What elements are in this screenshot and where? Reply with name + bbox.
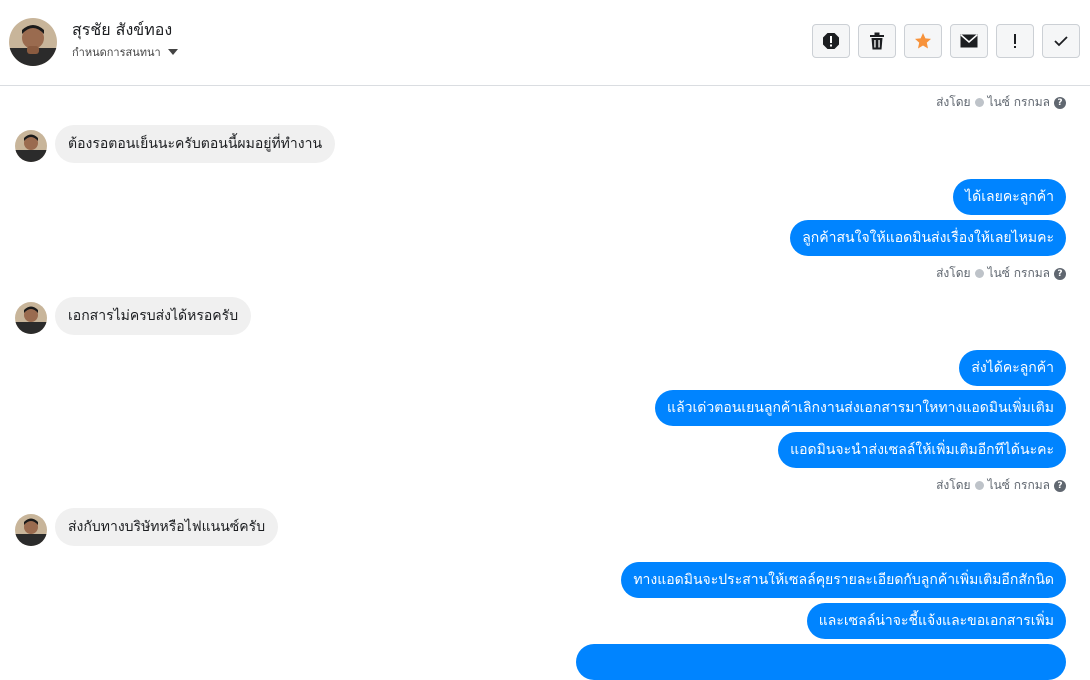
sender-name: ไนซ์ กรกมล [987,95,1050,109]
spam-button[interactable] [812,24,850,58]
check-icon [1054,36,1068,47]
contact-name: สุรชัย สังข์ทอง [72,20,173,39]
conversation-settings-dropdown[interactable]: กำหนดการสนทนา [72,43,178,61]
envelope-icon [960,34,978,48]
star-button[interactable] [904,24,942,58]
outgoing-message[interactable]: แล้วเด่วตอนเยนลูกค้าเลิกงานส่งเอกสารมาให… [655,390,1066,426]
sent-by-label: ส่งโดย [936,95,971,109]
verified-dot-icon [974,269,984,278]
outgoing-message[interactable]: ทางแอดมินจะประสานให้เซลล์คุยรายละเอียดกั… [621,562,1066,598]
mark-unread-button[interactable] [950,24,988,58]
outgoing-message-partial[interactable] [576,644,1066,680]
sender-name: ไนซ์ กรกมล [987,266,1050,280]
help-icon[interactable]: ? [1054,479,1066,492]
sent-by-meta: ส่งโดย ไนซ์ กรกมล ? [936,264,1066,283]
incoming-message[interactable]: ส่งกับทางบริษัทหรือไฟแนนซ์ครับ [55,508,279,546]
caret-down-icon [167,49,178,55]
outgoing-message[interactable]: และเซลล์น่าจะชี้แจ้งและขอเอกสารเพิ่ม [806,603,1066,639]
sent-by-label: ส่งโดย [936,478,971,492]
follow-up-button[interactable] [996,24,1034,58]
outgoing-message[interactable]: ได้เลยคะลูกค้า [953,179,1066,215]
action-toolbar [812,24,1080,58]
outgoing-message[interactable]: ส่งได้คะลูกค้า [959,350,1066,386]
message-thread: ส่งโดย ไนซ์ กรกมล ? ต้องรอตอนเย็นนะครับต… [0,87,1090,680]
conversation-header: สุรชัย สังข์ทอง กำหนดการสนทนา [0,0,1090,86]
alert-octagon-icon [823,33,839,49]
contact-avatar-small[interactable] [15,514,47,546]
star-icon [915,33,931,49]
exclamation-icon [1014,34,1016,48]
done-button[interactable] [1042,24,1080,58]
help-icon[interactable]: ? [1054,267,1066,280]
incoming-message[interactable]: ต้องรอตอนเย็นนะครับตอนนี้ผมอยู่ที่ทำงาน [55,125,336,163]
incoming-message[interactable]: เอกสารไม่ครบส่งได้หรอครับ [55,297,252,335]
help-icon[interactable]: ? [1054,96,1066,109]
verified-dot-icon [974,98,984,107]
sent-by-meta: ส่งโดย ไนซ์ กรกมล ? [936,476,1066,495]
contact-avatar[interactable] [9,18,57,66]
sender-name: ไนซ์ กรกมล [987,478,1050,492]
conversation-settings-label: กำหนดการสนทนา [72,46,161,59]
contact-avatar-small[interactable] [15,130,47,162]
trash-icon [870,32,884,50]
verified-dot-icon [974,481,984,490]
sent-by-label: ส่งโดย [936,266,971,280]
delete-button[interactable] [858,24,896,58]
outgoing-message[interactable]: แอดมินจะนำส่งเซลล์ให้เพิ่มเติมอีกทีได้นะ… [778,432,1066,468]
outgoing-message[interactable]: ลูกค้าสนใจให้แอดมินส่งเรื่องให้เลยไหมคะ [790,220,1066,256]
sent-by-meta: ส่งโดย ไนซ์ กรกมล ? [936,93,1066,112]
contact-avatar-small[interactable] [15,302,47,334]
